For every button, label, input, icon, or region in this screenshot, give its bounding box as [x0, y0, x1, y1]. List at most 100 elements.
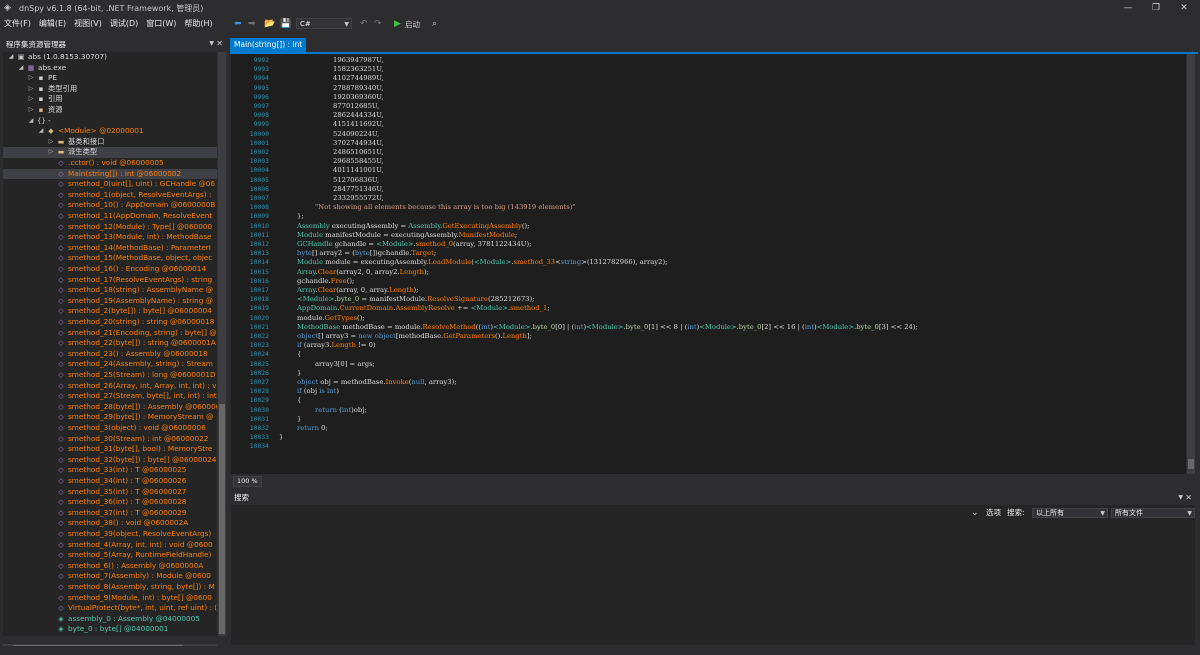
tree-row[interactable]: ◢{} -: [3, 116, 217, 127]
tree-row[interactable]: ◇ smethod_22(byte[]) : string @0600001A: [3, 338, 217, 349]
collapsed-arrow-icon[interactable]: ▷: [27, 84, 35, 95]
tab-main-method[interactable]: Main(string[]) : int: [230, 38, 307, 52]
tree-vertical-scrollbar[interactable]: [218, 52, 226, 636]
tree-row[interactable]: ◇ smethod_28(byte[]) : Assembly @060000: [3, 402, 217, 413]
start-button[interactable]: 启动: [405, 18, 420, 31]
tree-row[interactable]: ◇ smethod_23() : Assembly @06000018: [3, 349, 217, 360]
tree-row[interactable]: ◇ smethod_7(Assembly) : Module @0600: [3, 571, 217, 582]
search-files-select[interactable]: 所有文件 ▼: [1111, 508, 1195, 518]
tree-row[interactable]: ◇ .cctor() : void @06000005: [3, 158, 217, 169]
tree-row[interactable]: ◇ smethod_2(byte[]) : byte[] @06000004: [3, 306, 217, 317]
minimize-button[interactable]: —: [1115, 0, 1141, 16]
tree-row[interactable]: ◇ smethod_10() : AppDomain @0600000B: [3, 200, 217, 211]
tree-row[interactable]: ◇ smethod_21(Encoding, string) : byte[] @: [3, 328, 217, 339]
tree-row[interactable]: ◇ smethod_37(int) : T @06000029: [3, 508, 217, 519]
close-pane-icon[interactable]: ✕: [216, 38, 223, 50]
tree-row[interactable]: ◢ ▣ abs (1.0.8153.30707): [3, 52, 217, 63]
expanded-arrow-icon[interactable]: ◢: [7, 52, 15, 63]
save-icon[interactable]: 💾: [280, 18, 291, 31]
forward-icon[interactable]: ➡: [248, 18, 256, 31]
tree-row[interactable]: ◇ smethod_15(MethodBase, object, objec: [3, 253, 217, 264]
tree-row[interactable]: ◇ smethod_24(Assembly, string) : Stream: [3, 359, 217, 370]
collapsed-arrow-icon[interactable]: ▷: [47, 137, 55, 148]
close-pane-icon[interactable]: ✕: [1185, 492, 1192, 504]
tree-row[interactable]: ◈ byte_0 : byte[] @04000001: [3, 624, 217, 635]
menu-file[interactable]: 文件(F): [0, 16, 35, 32]
tree-row[interactable]: ◇ smethod_16() : Encoding @06000014: [3, 264, 217, 275]
start-icon[interactable]: ▶: [394, 18, 401, 31]
tree-row[interactable]: ◇ smethod_0(uint[], uint) : GCHandle @06: [3, 179, 217, 190]
collapsed-arrow-icon[interactable]: ▷: [27, 73, 35, 84]
tree-row[interactable]: ◇ smethod_4(Array, int, int) : void @0600: [3, 540, 217, 551]
tree-row[interactable]: ◇ smethod_27(Stream, byte[], int, int) : …: [3, 391, 217, 402]
tree-row[interactable]: ◇ smethod_9(Module, int) : byte[] @0600: [3, 593, 217, 604]
tree-row[interactable]: ▷ ▪ PE: [3, 73, 217, 84]
tree-row[interactable]: ◇ smethod_6() : Assembly @0600000A: [3, 561, 217, 572]
tree-row[interactable]: ◇ smethod_3(object) : void @06000006: [3, 423, 217, 434]
tree-row[interactable]: ◈ assembly_0 : Assembly @04000005: [3, 614, 217, 625]
tree-row[interactable]: ◇ smethod_36(int) : T @06000028: [3, 497, 217, 508]
tree-row[interactable]: ◇ smethod_25(Stream) : long @0600001D: [3, 370, 217, 381]
tree-row[interactable]: ◇ smethod_20(string) : string @06000018: [3, 317, 217, 328]
menu-help[interactable]: 帮助(H): [180, 16, 216, 32]
search-scope-select[interactable]: 以上所有 ▼: [1032, 508, 1108, 518]
back-icon[interactable]: ⬅: [234, 18, 242, 31]
close-button[interactable]: ✕: [1171, 0, 1197, 16]
tree-row[interactable]: ◇ smethod_30(Stream) : int @06000022: [3, 434, 217, 445]
tree-row[interactable]: ◇ smethod_13(Module, int) : MethodBase: [3, 232, 217, 243]
open-icon[interactable]: 📂: [264, 18, 275, 31]
menu-view[interactable]: 视图(V): [70, 16, 106, 32]
tree-row[interactable]: ◇ smethod_34(int) : T @06000026: [3, 476, 217, 487]
expanded-arrow-icon[interactable]: ◢: [37, 126, 45, 137]
tree-row[interactable]: ◇ smethod_38() : void @0600002A: [3, 518, 217, 529]
tree-row[interactable]: ◇ smethod_14(MethodBase) : ParameterI: [3, 243, 217, 254]
search-icon[interactable]: ⌕: [432, 18, 437, 31]
collapsed-arrow-icon[interactable]: ▷: [27, 105, 35, 116]
tree-row[interactable]: ◇ smethod_17(ResolveEventArgs) : string: [3, 275, 217, 286]
tree-row[interactable]: ◇ VirtualProtect(byte*, int, uint, ref ui…: [3, 603, 217, 614]
tree-row[interactable]: ◇ smethod_11(AppDomain, ResolveEvent: [3, 211, 217, 222]
menu-edit[interactable]: 编辑(E): [35, 16, 70, 32]
tree-row[interactable]: ◇ smethod_5(Array, RuntimeFieldHandle): [3, 550, 217, 561]
pin-dropdown-icon[interactable]: ▼: [1178, 492, 1183, 504]
language-select[interactable]: C# ▼: [296, 18, 352, 29]
menu-debug[interactable]: 调试(D): [106, 16, 142, 32]
zoom-level[interactable]: 100 %: [233, 476, 262, 487]
tree-row[interactable]: ▷ ▪ 类型引用: [3, 84, 217, 95]
tree-row[interactable]: ◇ smethod_39(object, ResolveEventArgs): [3, 529, 217, 540]
tree-row[interactable]: ▷ ▪ 引用: [3, 94, 217, 105]
tree-row[interactable]: ◇ smethod_32(byte[]) : byte[] @06000024: [3, 455, 217, 466]
tree-row[interactable]: ▷ ▬ 派生类型: [3, 147, 217, 158]
tree-row[interactable]: ◇ smethod_35(int) : T @06000027: [3, 487, 217, 498]
tree-row[interactable]: ◇ smethod_26(Array, int, Array, int, int)…: [3, 381, 217, 392]
tree-row[interactable]: ◇ smethod_31(byte[], bool) : MemoryStre: [3, 444, 217, 455]
collapsed-arrow-icon[interactable]: ▷: [27, 94, 35, 105]
tree-row[interactable]: ◇ smethod_29(byte[]) : MemoryStream @: [3, 412, 217, 423]
tree-row[interactable]: ◇ smethod_18(string) : AssemblyName @: [3, 285, 217, 296]
assembly-tree[interactable]: ◢ ▣ abs (1.0.8153.30707) ◢ ▦ abs.exe ▷ ▪ PE ▷ ▪ 类型引…: [3, 52, 217, 636]
expanded-arrow-icon[interactable]: ◢: [17, 63, 25, 74]
redo-icon[interactable]: ↷: [374, 18, 382, 31]
scroll-thumb[interactable]: [219, 404, 225, 634]
collapsed-arrow-icon[interactable]: ▷: [47, 147, 55, 158]
options-label[interactable]: 选项: [986, 508, 1001, 518]
code-editor[interactable]: 9992 1963947987U, 9993 1582363251U, 9994 4102…: [231, 54, 1186, 474]
tree-row[interactable]: ◢ ◆ <Module> @02000001: [3, 126, 217, 137]
editor-vertical-scrollbar[interactable]: [1187, 54, 1195, 474]
options-chevron-icon[interactable]: ⌄: [971, 508, 979, 518]
pin-dropdown-icon[interactable]: ▼: [209, 38, 214, 50]
tree-row[interactable]: ◇ Main(string[]) : int @06000002: [3, 168, 217, 180]
scroll-thumb[interactable]: [1188, 459, 1194, 469]
menu-window[interactable]: 窗口(W): [142, 16, 180, 32]
tree-row[interactable]: ◇ smethod_33(int) : T @06000025: [3, 465, 217, 476]
tree-row[interactable]: ▷ ▪ 资源: [3, 105, 217, 116]
undo-icon[interactable]: ↶: [360, 18, 368, 31]
tree-row[interactable]: ▷ ▬ 基类和接口: [3, 137, 217, 148]
maximize-button[interactable]: ❐: [1143, 0, 1169, 16]
tree-row[interactable]: ◇ smethod_12(Module) : Type[] @060000: [3, 222, 217, 233]
tree-row[interactable]: ◇ smethod_19(AssemblyName) : string @: [3, 296, 217, 307]
expanded-arrow-icon[interactable]: ◢: [27, 116, 35, 127]
tree-row[interactable]: ◢ ▦ abs.exe: [3, 63, 217, 74]
tree-row[interactable]: ◇ smethod_1(object, ResolveEventArgs) :: [3, 190, 217, 201]
tree-row[interactable]: ◇ smethod_8(Assembly, string, byte[]) : M: [3, 582, 217, 593]
